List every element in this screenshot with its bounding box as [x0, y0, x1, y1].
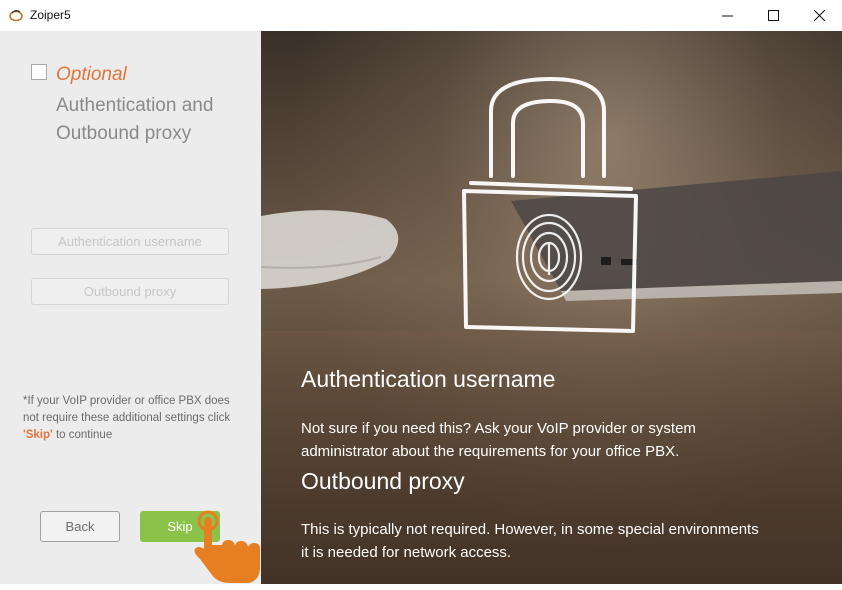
optional-checkbox[interactable] — [31, 64, 47, 80]
optional-label: Optional — [56, 64, 127, 85]
auth-username-title: Authentication username — [301, 366, 556, 392]
skip-note-text: *If your VoIP provider or office PBX doe… — [23, 395, 231, 424]
maximize-icon — [767, 10, 779, 21]
skip-note: *If your VoIP provider or office PBX doe… — [23, 393, 245, 444]
close-button[interactable] — [796, 0, 842, 31]
help-panel: Authentication username Not sure if you … — [261, 31, 842, 584]
padlock-fingerprint-icon — [462, 77, 638, 333]
outbound-proxy-title: Outbound proxy — [301, 468, 465, 494]
section-heading: Authentication and Outbound proxy — [56, 95, 214, 144]
skip-note-end: to continue — [52, 429, 113, 441]
outbound-proxy-input[interactable] — [31, 278, 229, 305]
settings-panel: Optional Authentication and Outbound pro… — [0, 31, 261, 584]
minimize-icon — [721, 10, 733, 21]
minimize-button[interactable] — [704, 0, 750, 31]
outbound-proxy-description: This is typically not required. However,… — [301, 521, 759, 561]
skip-keyword: 'Skip' — [23, 429, 53, 441]
zoiper-logo-icon — [9, 8, 23, 22]
maximize-button[interactable] — [750, 0, 796, 31]
window-title: Zoiper5 — [30, 8, 71, 22]
title-bar: Zoiper5 — [0, 0, 842, 32]
auth-username-input[interactable] — [31, 228, 229, 255]
close-icon — [813, 10, 825, 21]
auth-username-description: Not sure if you need this? Ask your VoIP… — [301, 420, 696, 460]
back-button[interactable]: Back — [40, 511, 120, 542]
pointing-hand-icon — [190, 505, 262, 585]
